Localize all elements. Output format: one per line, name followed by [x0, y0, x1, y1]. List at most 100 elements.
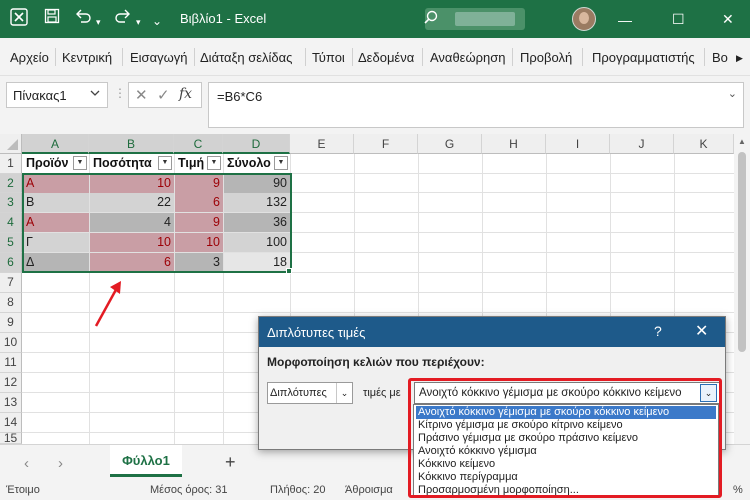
column-header-g[interactable]: G: [418, 134, 482, 154]
dialog-close-button[interactable]: ✕: [695, 321, 708, 341]
ribbon-tabs: Αρχείο Κεντρική Εισαγωγή Διάταξη σελίδας…: [0, 38, 750, 76]
column-header-j[interactable]: J: [610, 134, 674, 154]
save-icon[interactable]: [44, 8, 60, 30]
divider: [352, 48, 353, 66]
row-header-9[interactable]: 9: [0, 313, 22, 333]
row-header-8[interactable]: 8: [0, 293, 22, 313]
tab-page-layout[interactable]: Διάταξη σελίδας: [200, 50, 292, 65]
dialog-title-bar: Διπλότυπες τιμές ? ✕: [259, 317, 725, 347]
row-header-5[interactable]: 5: [0, 233, 22, 253]
scroll-up-icon[interactable]: ▲: [738, 137, 746, 146]
table-header-cell[interactable]: Προϊόν ▼: [23, 154, 89, 173]
row-header-14[interactable]: 14: [0, 413, 22, 433]
divider: [194, 48, 195, 66]
filter-dropdown-icon[interactable]: ▼: [73, 156, 87, 170]
row-header-4[interactable]: 4: [0, 213, 22, 233]
undo-icon[interactable]: [74, 8, 92, 30]
filter-dropdown-icon[interactable]: ▼: [274, 156, 288, 170]
cancel-entry-icon[interactable]: ✕: [135, 86, 148, 104]
maximize-button[interactable]: ☐: [672, 9, 685, 29]
row-header-12[interactable]: 12: [0, 373, 22, 393]
duplicate-type-value: Διπλότυπες: [270, 387, 327, 399]
filter-dropdown-icon[interactable]: ▼: [158, 156, 172, 170]
row-header-15[interactable]: 15: [0, 432, 22, 444]
tab-insert[interactable]: Εισαγωγή: [130, 50, 187, 65]
divider: [422, 48, 423, 66]
table-header-cell[interactable]: Ποσότητα ▼: [90, 154, 174, 173]
column-header-e[interactable]: E: [290, 134, 354, 154]
name-box-value: Πίνακας1: [13, 88, 67, 103]
row-header-1[interactable]: 1: [0, 154, 22, 174]
close-button[interactable]: ✕: [722, 9, 734, 29]
next-sheet-icon[interactable]: ›: [58, 455, 63, 472]
table-header-cell[interactable]: Σύνολο ▼: [224, 154, 290, 173]
ribbon-scroll-right-icon[interactable]: ▶: [736, 53, 743, 64]
name-box-dropdown-icon[interactable]: [89, 86, 101, 103]
status-average[interactable]: Μέσος όρος: 31: [150, 484, 227, 496]
table-header-label: Τιμή: [178, 156, 205, 170]
confirm-entry-icon[interactable]: ✓: [157, 86, 170, 104]
zoom-level[interactable]: %: [733, 484, 743, 496]
row-header-3[interactable]: 3: [0, 193, 22, 213]
excel-logo-icon: [10, 8, 28, 32]
select-all-corner[interactable]: [0, 134, 22, 154]
tab-view[interactable]: Προβολή: [520, 50, 572, 65]
tab-home[interactable]: Κεντρική: [62, 50, 112, 65]
column-header-c[interactable]: C: [174, 134, 223, 154]
selection-range: [22, 173, 292, 273]
arrow-annotation-icon: [94, 281, 121, 327]
column-header-f[interactable]: F: [354, 134, 418, 154]
format-cells-label: Μορφοποίηση κελιών που περιέχουν:: [267, 355, 485, 369]
tab-review[interactable]: Αναθεώρηση: [430, 50, 506, 65]
avatar[interactable]: [572, 7, 596, 31]
values-with-label: τιμές με: [363, 387, 401, 399]
formula-buttons: ✕ ✓ fx: [128, 82, 202, 108]
name-box-resize-icon[interactable]: ⋮: [114, 86, 126, 100]
sheet-tab[interactable]: Φύλλο1: [110, 445, 182, 477]
fill-handle[interactable]: [286, 268, 292, 274]
filter-dropdown-icon[interactable]: ▼: [207, 156, 221, 170]
redo-icon[interactable]: [114, 8, 132, 30]
row-header-2[interactable]: 2: [0, 174, 22, 193]
column-header-a[interactable]: A: [22, 134, 89, 154]
table-header-label: Σύνολο: [227, 156, 271, 170]
expand-formula-bar-icon[interactable]: ⌄: [728, 87, 737, 100]
undo-dropdown-icon[interactable]: ▾: [96, 12, 101, 32]
table-header-cell[interactable]: Τιμή ▼: [175, 154, 223, 173]
row-header-7[interactable]: 7: [0, 273, 22, 293]
divider: [582, 48, 583, 66]
duplicate-type-select[interactable]: Διπλότυπες ⌄: [267, 382, 353, 404]
row-header-6[interactable]: 6: [0, 253, 22, 273]
divider: [122, 48, 123, 66]
help-button[interactable]: ?: [654, 323, 662, 339]
status-sum[interactable]: Άθροισμα: [345, 484, 393, 496]
column-header-h[interactable]: H: [482, 134, 546, 154]
tab-file[interactable]: Αρχείο: [10, 50, 49, 65]
row-header-10[interactable]: 10: [0, 333, 22, 353]
row-header-11[interactable]: 11: [0, 353, 22, 373]
tab-data[interactable]: Δεδομένα: [358, 50, 414, 65]
status-count[interactable]: Πλήθος: 20: [270, 484, 325, 496]
search-box[interactable]: [424, 8, 525, 30]
redo-dropdown-icon[interactable]: ▾: [136, 12, 141, 32]
tab-formulas[interactable]: Τύποι: [312, 50, 345, 65]
formula-input[interactable]: =B6*C6 ⌄: [208, 82, 744, 128]
insert-function-button[interactable]: fx: [179, 86, 192, 102]
previous-sheet-icon[interactable]: ‹: [24, 455, 29, 472]
customize-toolbar-icon[interactable]: ⌄: [152, 11, 162, 31]
tab-truncated[interactable]: Βο: [712, 50, 728, 65]
chevron-down-icon[interactable]: ⌄: [336, 383, 352, 403]
new-sheet-button[interactable]: +: [225, 452, 236, 473]
row-header-13[interactable]: 13: [0, 393, 22, 413]
tab-developer[interactable]: Προγραμματιστής: [592, 50, 695, 65]
column-header-d[interactable]: D: [223, 134, 290, 154]
divider: [512, 48, 513, 66]
column-header-k[interactable]: K: [674, 134, 734, 154]
name-box[interactable]: Πίνακας1: [6, 82, 108, 108]
column-header-i[interactable]: I: [546, 134, 610, 154]
scrollbar-thumb[interactable]: [738, 152, 746, 352]
minimize-button[interactable]: —: [618, 10, 632, 30]
status-ready: Έτοιμο: [6, 484, 40, 496]
column-header-b[interactable]: B: [89, 134, 174, 154]
vertical-scrollbar[interactable]: ▲: [734, 134, 750, 444]
